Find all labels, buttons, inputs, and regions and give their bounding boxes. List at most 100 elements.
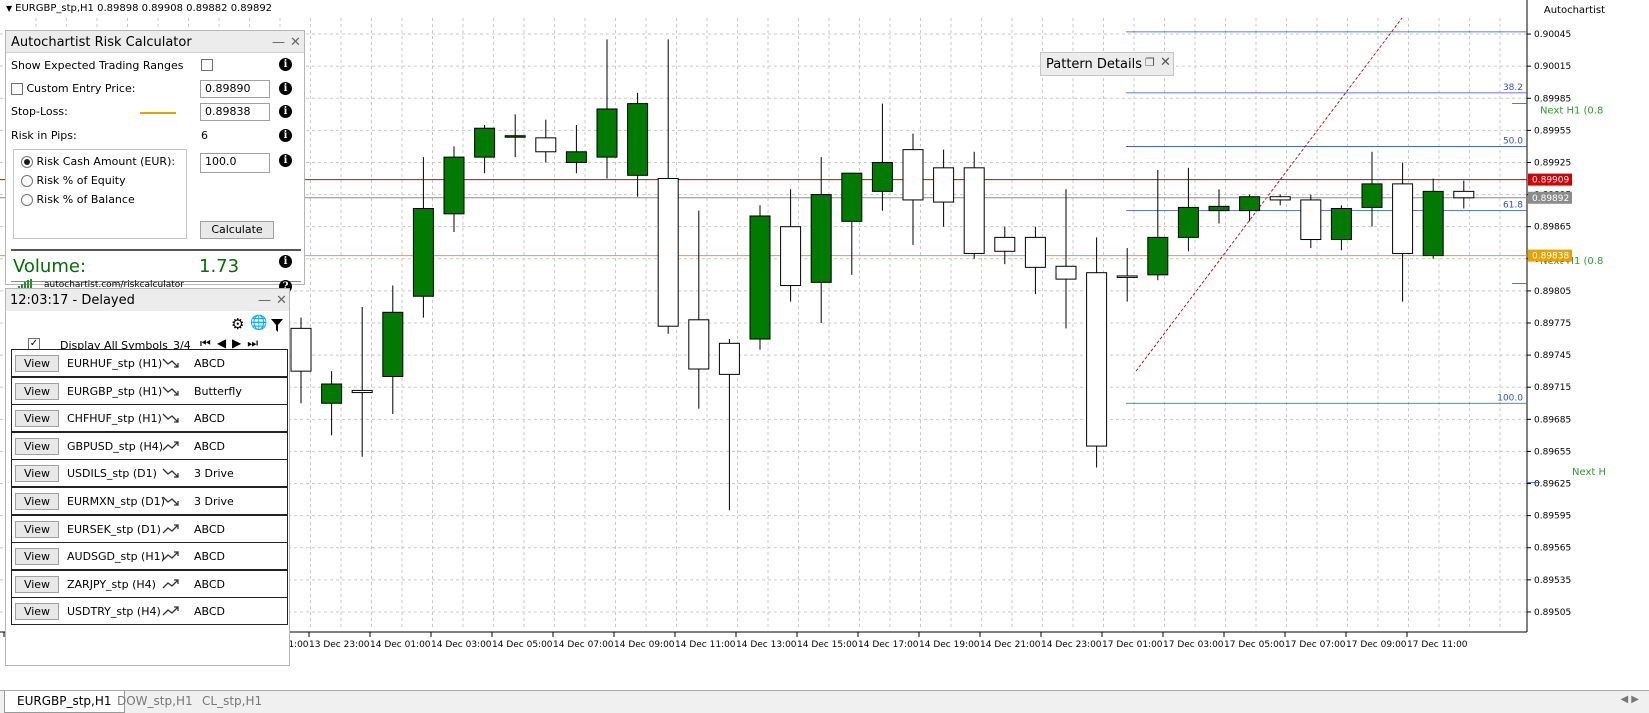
candle-body	[1239, 196, 1261, 212]
view-button[interactable]: View	[15, 465, 59, 483]
radio-cash-row[interactable]: Risk Cash Amount (EUR):	[21, 155, 175, 168]
pattern-symbol: CHFHUF_stp (H1)	[67, 412, 162, 426]
info-icon[interactable]: i	[279, 255, 292, 268]
info-icon[interactable]: i	[279, 129, 292, 142]
calculate-button[interactable]: Calculate	[200, 221, 274, 239]
custom-entry-field[interactable]: 0.89890	[200, 80, 270, 98]
restore-icon[interactable]: ❐	[1145, 56, 1155, 69]
view-button[interactable]: View	[15, 520, 59, 538]
view-button[interactable]: View	[15, 575, 59, 593]
info-icon[interactable]: i	[279, 154, 292, 167]
price-level-tag-label: 0.89909	[1532, 176, 1569, 186]
filter-icon[interactable]	[271, 319, 283, 332]
radio-cash[interactable]	[21, 156, 33, 168]
chart-tabbar: EURGBP_stp,H1 DOW_stp,H1 CL_stp,H1 ◀ ▶	[0, 690, 1649, 713]
radio-balance-row[interactable]: Risk % of Balance	[21, 193, 135, 206]
risk-pips-value: 6	[201, 129, 208, 142]
pattern-list-header: 12:03:17 - Delayed — ✕	[6, 289, 289, 311]
pattern-name: 3 Drive	[194, 467, 234, 481]
pattern-row[interactable]: View EURGBP_stp (H1) Butterfly	[11, 376, 288, 405]
pattern-row[interactable]: View EURMXN_stp (D1) 3 Drive	[11, 487, 288, 515]
pattern-row[interactable]: View EURHUF_stp (H1) ABCD	[11, 349, 288, 377]
candle-body	[443, 156, 465, 215]
pattern-symbol: EURGBP_stp (H1)	[67, 384, 163, 398]
view-button[interactable]: View	[15, 548, 59, 566]
price-level-tag-label: 0.89838	[1532, 252, 1569, 262]
view-button[interactable]: View	[15, 382, 59, 400]
candle-body	[1055, 265, 1077, 280]
candle-body	[1024, 236, 1046, 268]
pattern-details-window[interactable]: Pattern Details ❐ ✕	[1040, 52, 1174, 76]
show-ranges-checkbox[interactable]	[201, 59, 213, 71]
risk-amount-field[interactable]: 100.0	[200, 153, 270, 173]
tab-cl[interactable]: CL_stp,H1	[190, 691, 274, 713]
pattern-name: ABCD	[194, 522, 226, 536]
pattern-symbol: USDTRY_stp (H4)	[67, 605, 161, 619]
pattern-direction-icon	[162, 523, 179, 534]
view-button[interactable]: View	[15, 493, 59, 510]
pattern-name: 3 Drive	[194, 495, 234, 508]
pattern-name: ABCD	[194, 550, 226, 564]
price-tick-label: 0.89955	[1534, 126, 1571, 136]
price-tick-label: 0.89685	[1534, 415, 1571, 425]
globe-icon[interactable]: 🌐	[250, 315, 267, 331]
close-icon[interactable]: ✕	[276, 293, 287, 308]
pattern-row[interactable]: View USDTRY_stp (H4) ABCD	[11, 597, 288, 626]
pattern-row[interactable]: View AUDSGD_stp (H1) ABCD	[11, 542, 288, 571]
candle-body	[1392, 183, 1414, 254]
price-tick-label: 0.89715	[1534, 383, 1571, 393]
minimize-icon[interactable]: —	[272, 35, 285, 50]
close-icon[interactable]: ✕	[290, 35, 301, 50]
settings-gear-icon[interactable]: ⚙	[231, 315, 244, 333]
menu-triangle-icon[interactable]: ▼	[6, 4, 12, 13]
price-tick-label: 0.89655	[1534, 447, 1571, 457]
stop-loss-color-swatch[interactable]	[140, 112, 176, 114]
radio-equity-row[interactable]: Risk % of Equity	[21, 174, 126, 187]
pattern-name: Butterfly	[194, 384, 242, 398]
last-page-icon[interactable]: ⏭	[247, 336, 264, 350]
radio-balance-label: Risk % of Balance	[36, 193, 135, 206]
price-tick-label: 0.90015	[1534, 62, 1571, 72]
info-icon[interactable]: i	[279, 105, 292, 118]
pattern-row[interactable]: View ZARJPY_stp (H4) ABCD	[11, 569, 288, 598]
pattern-direction-icon	[162, 606, 179, 616]
pattern-row[interactable]: View CHFHUF_stp (H1) ABCD	[11, 404, 288, 433]
pattern-row[interactable]: View USDILS_stp (D1) 3 Drive	[11, 459, 288, 488]
view-button[interactable]: View	[15, 437, 59, 455]
risk-calculator-panel: Autochartist Risk Calculator — ✕ Show Ex…	[5, 30, 305, 293]
pattern-row[interactable]: View EURSEK_stp (D1) ABCD	[11, 514, 288, 543]
info-icon[interactable]: i	[279, 58, 292, 71]
price-tick-label: 0.89775	[1534, 319, 1571, 329]
price-tick-label: 0.89625	[1534, 480, 1571, 490]
radio-equity[interactable]	[21, 175, 33, 187]
view-button[interactable]: View	[15, 355, 59, 372]
pattern-direction-icon	[162, 386, 179, 396]
radio-balance[interactable]	[21, 194, 33, 206]
close-icon[interactable]: ✕	[1160, 55, 1171, 70]
stop-loss-field[interactable]: 0.89838	[200, 103, 270, 121]
candle-body	[412, 207, 434, 297]
view-button[interactable]: View	[15, 603, 59, 621]
first-page-icon[interactable]: ⏮	[200, 336, 217, 350]
stop-loss-label: Stop-Loss:	[11, 105, 68, 118]
candle-body	[321, 383, 343, 404]
candle-body	[1177, 206, 1199, 238]
next-page-icon[interactable]: ▶	[232, 336, 247, 350]
info-icon[interactable]: i	[279, 82, 292, 95]
minimize-icon[interactable]: —	[258, 293, 271, 308]
candle-body	[1147, 236, 1169, 276]
pattern-row[interactable]: View GBPUSD_stp (H4) ABCD	[11, 431, 288, 460]
custom-entry-checkbox[interactable]	[11, 83, 23, 95]
time-tick-label: 14 Dec 11:00	[675, 640, 736, 650]
price-tick-label: 0.89985	[1534, 94, 1571, 104]
divider	[11, 249, 301, 251]
price-tick-label: 0.89565	[1534, 544, 1571, 554]
candle-body	[718, 342, 740, 375]
candle-body	[1330, 207, 1352, 241]
tab-scroll-arrows[interactable]: ◀ ▶	[1620, 694, 1639, 705]
time-tick-label: 14 Dec 01:00	[370, 640, 431, 650]
view-button[interactable]: View	[15, 410, 59, 428]
risk-pips-label: Risk in Pips:	[11, 129, 77, 142]
candle-body	[994, 236, 1016, 252]
prev-page-icon[interactable]: ◀	[217, 336, 232, 350]
